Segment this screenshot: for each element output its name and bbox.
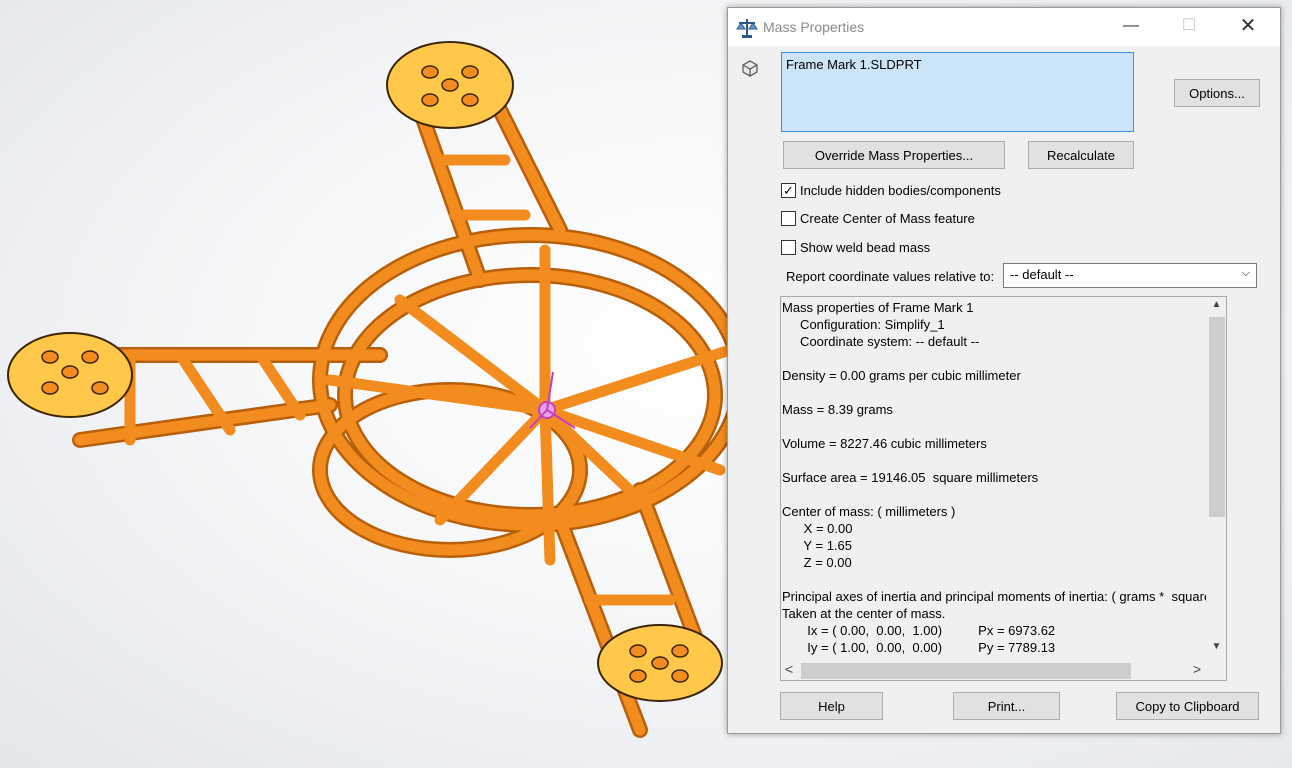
report-line	[782, 350, 1206, 367]
include-hidden-checkbox[interactable]: ✓	[781, 183, 796, 198]
horizontal-scrollbar[interactable]: < >	[781, 661, 1207, 680]
print-button[interactable]: Print...	[953, 692, 1060, 720]
coordinate-system-value: -- default --	[1010, 267, 1074, 282]
help-button[interactable]: Help	[780, 692, 883, 720]
scale-icon	[736, 19, 758, 38]
selected-items-list[interactable]: Frame Mark 1.SLDPRT	[781, 52, 1134, 132]
report-line: Surface area = 19146.05 square millimete…	[782, 470, 1039, 485]
report-line: Iy = ( 1.00, 0.00, 0.00) Py = 7789.13	[782, 640, 1056, 655]
scroll-down-icon[interactable]: ▼	[1207, 641, 1226, 652]
coordinate-system-select[interactable]: -- default -- ⌵	[1003, 263, 1257, 288]
dialog-title: Mass Properties	[763, 19, 865, 35]
create-com-label: Create Center of Mass feature	[800, 211, 975, 226]
options-button[interactable]: Options...	[1174, 79, 1260, 107]
coordinate-system-label: Report coordinate values relative to:	[786, 269, 995, 284]
horizontal-scroll-thumb[interactable]	[801, 663, 1131, 679]
part-icon	[742, 60, 758, 77]
include-hidden-label: Include hidden bodies/components	[800, 183, 1001, 198]
show-weld-checkbox[interactable]	[781, 240, 796, 255]
show-weld-label: Show weld bead mass	[800, 240, 931, 255]
report-line	[782, 384, 1206, 401]
report-line: Mass properties of Frame Mark 1	[782, 300, 974, 315]
scroll-right-icon[interactable]: >	[1193, 661, 1201, 677]
copy-to-clipboard-button[interactable]: Copy to Clipboard	[1116, 692, 1259, 720]
report-line	[782, 486, 1206, 503]
vertical-scroll-thumb[interactable]	[1209, 317, 1225, 517]
close-button[interactable]: ✕	[1225, 8, 1271, 46]
report-line	[782, 571, 1206, 588]
mass-properties-dialog: Mass Properties — ☐ ✕ Frame Mark 1.SLDPR…	[727, 7, 1281, 734]
report-line: Configuration: Simplify_1	[782, 317, 945, 332]
report-line: Density = 0.00 grams per cubic millimete…	[782, 368, 1021, 383]
title-bar[interactable]: Mass Properties — ☐ ✕	[728, 8, 1280, 46]
report-line: Mass = 8.39 grams	[782, 402, 893, 417]
chevron-down-icon: ⌵	[1241, 267, 1250, 279]
create-com-checkbox[interactable]	[781, 211, 796, 226]
mass-properties-report[interactable]: Mass properties of Frame Mark 1 Configur…	[780, 296, 1227, 681]
report-line: Volume = 8227.46 cubic millimeters	[782, 436, 987, 451]
scroll-up-icon[interactable]: ▲	[1207, 299, 1226, 310]
minimize-button[interactable]: —	[1108, 8, 1154, 46]
report-line: Taken at the center of mass.	[782, 606, 946, 621]
report-line	[782, 452, 1206, 469]
vertical-scrollbar[interactable]: ▲ ▼	[1207, 297, 1226, 661]
override-mass-properties-button[interactable]: Override Mass Properties...	[783, 141, 1005, 169]
recalculate-button[interactable]: Recalculate	[1028, 141, 1134, 169]
scroll-left-icon[interactable]: <	[785, 661, 793, 677]
report-line: Ix = ( 0.00, 0.00, 1.00) Px = 6973.62	[782, 623, 1056, 638]
report-line: Principal axes of inertia and principal …	[782, 589, 1206, 604]
report-line: Center of mass: ( millimeters )	[782, 504, 956, 519]
quadcopter-frame-model	[7, 41, 728, 738]
maximize-button[interactable]: ☐	[1166, 8, 1212, 46]
report-text: Mass properties of Frame Mark 1 Configur…	[782, 299, 1206, 661]
report-line: Z = 0.00	[782, 555, 852, 570]
report-line: Coordinate system: -- default --	[782, 334, 980, 349]
report-line: X = 0.00	[782, 521, 853, 536]
selected-part-item[interactable]: Frame Mark 1.SLDPRT	[786, 57, 922, 72]
report-line: Y = 1.65	[782, 538, 852, 553]
report-line	[782, 418, 1206, 435]
